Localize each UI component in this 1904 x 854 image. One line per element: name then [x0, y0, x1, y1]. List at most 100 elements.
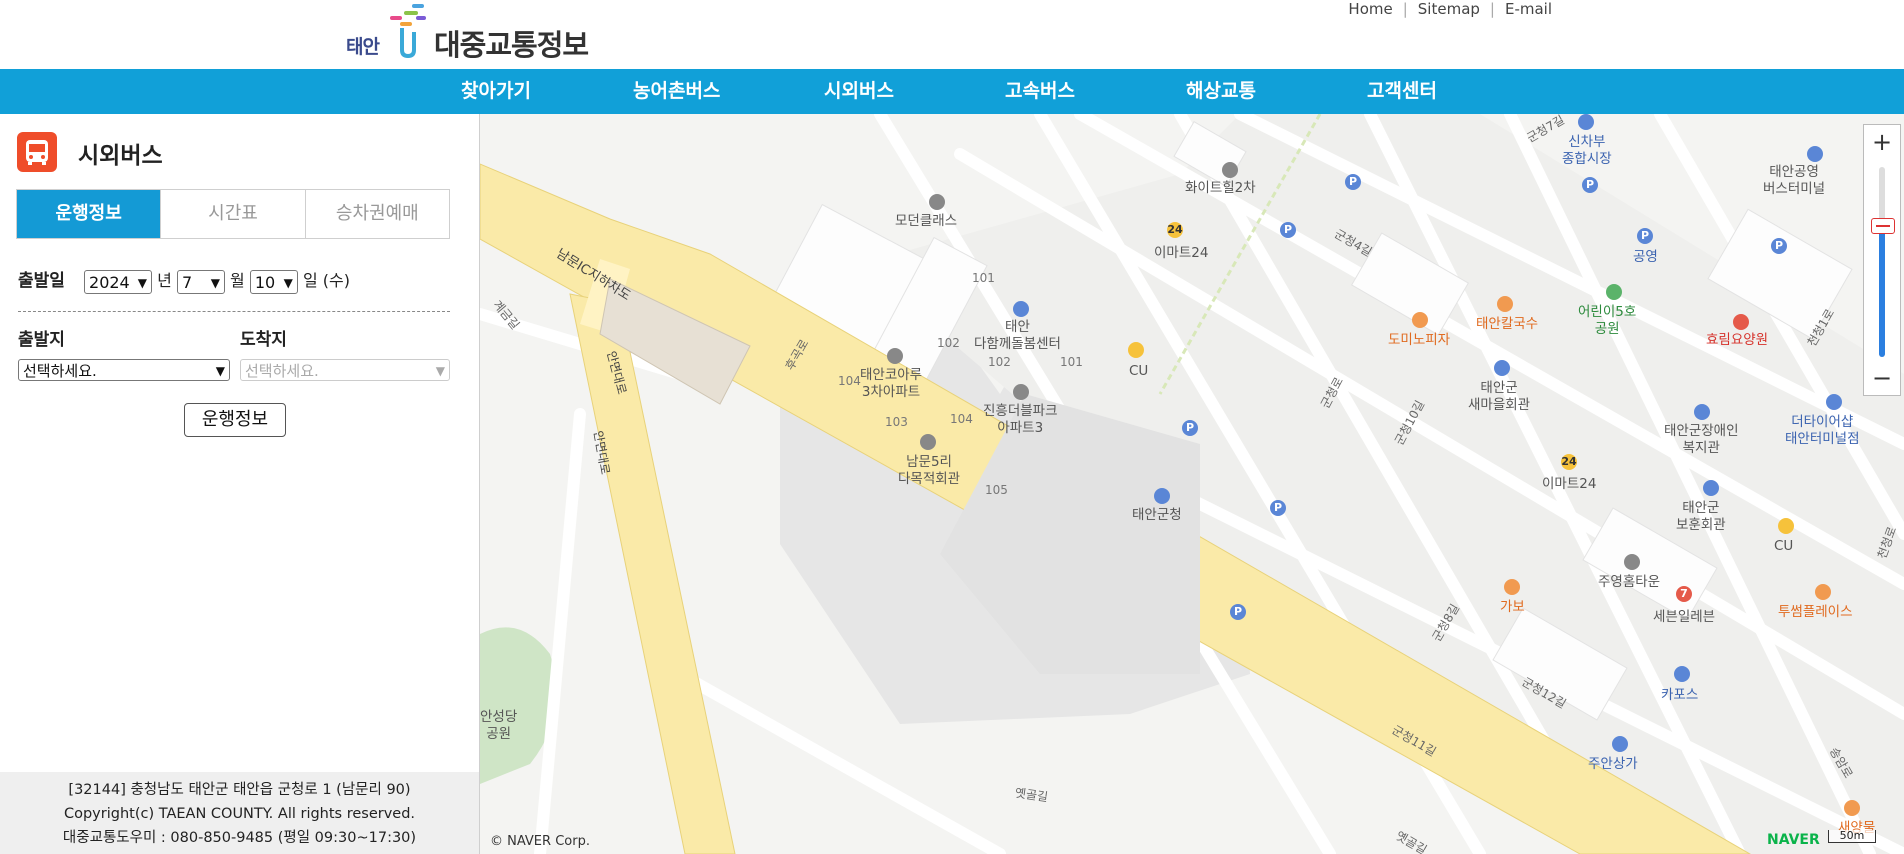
tab-timetable[interactable]: 시간표 — [160, 190, 305, 238]
poi-label[interactable]: 태안 다함께돌봄센터 — [974, 319, 1061, 353]
poi-label[interactable]: 태안군 새마을회관 — [1468, 380, 1530, 414]
bus-terminal-icon — [1807, 146, 1823, 162]
origin-select[interactable]: 선택하세요. ▼ — [18, 359, 230, 381]
parking-icon: P — [1345, 174, 1361, 190]
poi-label[interactable]: 카포스 — [1661, 687, 1698, 704]
building-number: 101 — [1060, 355, 1083, 369]
store-icon — [1128, 342, 1144, 358]
naver-logo[interactable]: NAVER — [1767, 832, 1820, 848]
poi-label[interactable]: 더타이어샵 태안터미널점 — [1785, 414, 1860, 448]
poi-label[interactable]: 태안칼국수 — [1476, 316, 1538, 333]
building-icon — [1013, 301, 1029, 317]
nav-item-customer-center[interactable]: 고객센터 — [1367, 69, 1437, 114]
shop-icon — [1674, 666, 1690, 682]
logo-title: 대중교통정보 — [434, 28, 589, 62]
building-number: 101 — [972, 271, 995, 285]
hospital-icon — [1733, 314, 1749, 330]
poi-label[interactable]: 공영 — [1633, 249, 1658, 266]
poi-label[interactable]: 남문5리 다목적회관 — [898, 454, 960, 488]
government-icon — [1154, 488, 1170, 504]
nav-item-rural-bus[interactable]: 농어촌버스 — [633, 69, 720, 114]
poi-label[interactable]: 신차부 종합시장 — [1562, 134, 1612, 168]
park-icon — [1606, 284, 1622, 300]
chevron-down-icon: ▼ — [435, 364, 445, 378]
sitemap-link[interactable]: Sitemap — [1418, 0, 1480, 18]
site-logo[interactable]: 태안 대중교통정보 — [346, 2, 589, 62]
building-icon — [1612, 736, 1628, 752]
departure-date-row: 출발일 2024 ▼ 년 7 ▼ 월 10 ▼ 일 (수) — [18, 266, 458, 296]
home-link[interactable]: Home — [1348, 0, 1392, 18]
poi-label[interactable]: 효림요양원 — [1706, 332, 1768, 349]
chevron-down-icon: ▼ — [137, 275, 148, 290]
building-number: 102 — [937, 336, 960, 350]
map-view[interactable]: 남문IC지하차도 안면대로 안면대로 군청로 군청4길 군청7길 군청10길 군… — [480, 114, 1904, 854]
footer: [32144] 충청남도 태안군 태안읍 군청로 1 (남문리 90) Copy… — [0, 772, 479, 854]
month-select[interactable]: 7 ▼ — [176, 269, 225, 294]
store-icon: 24 — [1561, 454, 1577, 470]
poi-label[interactable]: 태안코아루 3차아파트 — [860, 367, 922, 401]
poi-label[interactable]: 이마트24 — [1542, 476, 1596, 493]
shop-icon — [1826, 394, 1842, 410]
sidebar: 시외버스 운행정보 시간표 승차권예매 출발일 2024 ▼ 년 7 ▼ 월 10 ▼… — [0, 114, 480, 854]
route-info-button[interactable]: 운행정보 — [184, 403, 286, 437]
tab-route-info[interactable]: 운행정보 — [17, 190, 161, 238]
building-icon — [929, 194, 945, 210]
hall-icon — [1494, 360, 1510, 376]
poi-label[interactable]: 태안군장애인 복지관 — [1664, 423, 1739, 457]
building-icon — [1694, 404, 1710, 420]
apartment-icon — [887, 348, 903, 364]
zoom-level-fill — [1879, 225, 1885, 357]
building-number: 104 — [838, 374, 861, 388]
origin-label: 출발지 — [18, 330, 65, 350]
nav-item-directions[interactable]: 찾아가기 — [461, 69, 531, 114]
day-select[interactable]: 10 ▼ — [249, 269, 298, 294]
building-number: 103 — [885, 415, 908, 429]
building-icon — [1222, 162, 1238, 178]
poi-label[interactable]: CU — [1774, 538, 1793, 555]
poi-label[interactable]: 태안군청 — [1132, 507, 1182, 524]
building-number: 104 — [950, 412, 973, 426]
year-select[interactable]: 2024 ▼ — [84, 269, 153, 294]
poi-label[interactable]: 안성당 공원 — [480, 709, 517, 743]
market-icon — [1578, 114, 1594, 130]
footer-copyright: Copyright(c) TAEAN COUNTY. All rights re… — [63, 806, 416, 822]
zoom-out-button[interactable]: − — [1864, 361, 1900, 395]
destination-label: 도착지 — [240, 330, 287, 350]
parking-icon: P — [1182, 420, 1198, 436]
poi-label[interactable]: 이마트24 — [1154, 245, 1208, 262]
chevron-down-icon: ▼ — [210, 275, 220, 290]
zoom-handle[interactable] — [1871, 218, 1895, 234]
email-link[interactable]: E-mail — [1505, 0, 1552, 18]
poi-label[interactable]: 도미노피자 — [1388, 332, 1450, 349]
hall-icon — [1703, 480, 1719, 496]
store-icon — [1778, 518, 1794, 534]
poi-label[interactable]: 투썸플레이스 — [1778, 604, 1853, 621]
building-number: 102 — [988, 355, 1011, 369]
apartment-icon — [1624, 554, 1640, 570]
poi-label[interactable]: 세븐일레븐 — [1653, 609, 1715, 626]
restaurant-icon — [1412, 312, 1428, 328]
poi-label[interactable]: CU — [1129, 363, 1148, 380]
nav-item-intercity-bus[interactable]: 시외버스 — [824, 69, 894, 114]
poi-label[interactable]: 태안군 보훈회관 — [1676, 500, 1726, 534]
nav-item-express-bus[interactable]: 고속버스 — [1005, 69, 1075, 114]
poi-label[interactable]: 화이트힐2차 — [1185, 180, 1256, 197]
poi-label[interactable]: 진흥더블파크 아파트3 — [983, 403, 1058, 437]
top-links: Home | Sitemap | E-mail — [1348, 0, 1552, 18]
chevron-down-icon: ▼ — [215, 364, 225, 378]
poi-label[interactable]: 어린이5호 공원 — [1578, 304, 1636, 338]
restaurant-icon — [1504, 579, 1520, 595]
map-scale: 50m — [1828, 830, 1876, 843]
poi-label[interactable]: 주안상가 — [1588, 756, 1638, 773]
nav-item-sea-transport[interactable]: 해상교통 — [1186, 69, 1256, 114]
parking-icon: P — [1582, 177, 1598, 193]
zoom-in-button[interactable]: + — [1864, 125, 1900, 159]
destination-select[interactable]: 선택하세요. ▼ — [240, 359, 450, 381]
tab-ticket-booking[interactable]: 승차권예매 — [304, 190, 449, 238]
chevron-down-icon: ▼ — [283, 275, 293, 290]
poi-label[interactable]: 주영홈타운 — [1598, 574, 1660, 591]
poi-label[interactable]: 모던클래스 — [895, 213, 957, 230]
poi-label[interactable]: 가보 — [1500, 599, 1525, 616]
footer-helpline: 대중교통도우미 : 080-850-9485 (평일 09:30~17:30) — [62, 830, 417, 846]
poi-label[interactable]: 태안공영 버스터미널 — [1763, 164, 1825, 198]
